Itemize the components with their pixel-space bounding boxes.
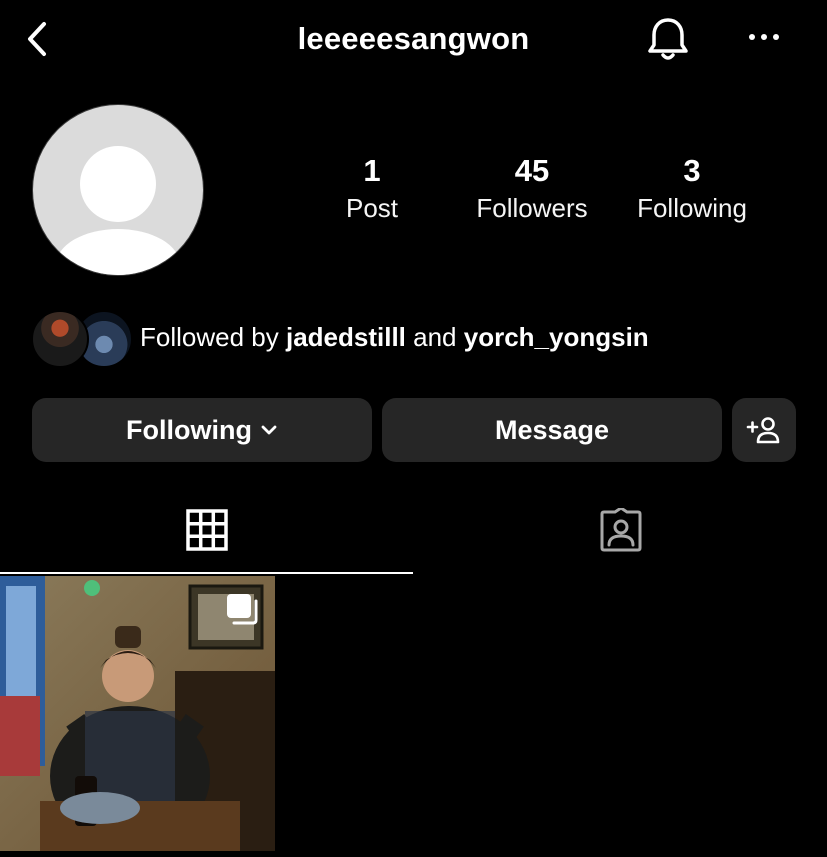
multiple-posts-icon [227, 594, 258, 625]
stat-posts[interactable]: 1 Post [292, 152, 452, 226]
chevron-down-icon [261, 425, 277, 435]
tagged-person-icon [600, 508, 641, 552]
followers-label: Followers [476, 193, 588, 223]
mutual-avatar-jadedstilll [31, 310, 89, 368]
posts-count: 1 [363, 153, 381, 188]
mutual-followers-avatars[interactable] [31, 310, 133, 368]
more-horizontal-icon [749, 34, 779, 40]
stat-following[interactable]: 3 Following [612, 152, 772, 226]
message-button-label: Message [494, 414, 610, 445]
notifications-button[interactable] [644, 14, 692, 64]
followed-by-text[interactable]: Followed by jadedstilll and yorch_yongsi… [140, 318, 649, 356]
profile-page: leeeeesangwon 1 Post 45 Followers 3 Foll… [0, 0, 827, 857]
add-person-icon [746, 417, 780, 444]
profile-avatar[interactable] [33, 105, 203, 275]
suggested-accounts-button[interactable] [732, 398, 796, 462]
following-button-label: Following [126, 414, 252, 445]
more-options-button[interactable] [740, 22, 788, 52]
post-thumbnail[interactable] [0, 576, 275, 851]
following-count: 3 [683, 153, 701, 188]
bell-icon [648, 18, 688, 60]
mutual-user-1: jadedstilll [285, 322, 406, 352]
tab-posts-grid[interactable] [0, 488, 413, 572]
grid-icon [185, 509, 228, 551]
mutual-user-2: yorch_yongsin [463, 322, 649, 352]
tab-tagged[interactable] [414, 488, 827, 572]
followed-by-joiner: and [413, 322, 457, 352]
followed-by-prefix: Followed by [140, 322, 279, 352]
followers-count: 45 [514, 153, 550, 188]
following-label: Following [637, 193, 747, 223]
posts-label: Post [345, 193, 399, 223]
following-button[interactable]: Following [32, 398, 372, 462]
stat-followers[interactable]: 45 Followers [452, 152, 612, 226]
active-tab-indicator [0, 572, 413, 574]
profile-username-title: leeeeesangwon [297, 21, 530, 56]
default-avatar-icon [56, 146, 180, 275]
message-button[interactable]: Message [382, 398, 722, 462]
